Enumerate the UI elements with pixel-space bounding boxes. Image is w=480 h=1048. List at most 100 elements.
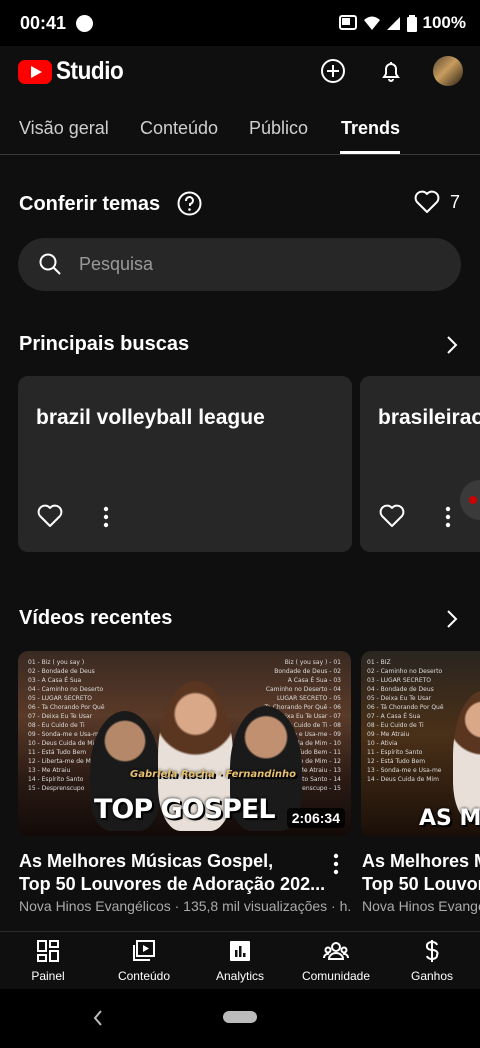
saved-count: 7 <box>450 191 461 212</box>
notification-dot-icon <box>76 15 93 32</box>
track-item: 07 - Deixa Eu Te Usar <box>28 713 93 720</box>
track-item: 04 - Caminho no Deserto <box>28 686 104 693</box>
status-time: 00:41 <box>20 13 67 33</box>
home-pill[interactable] <box>223 1011 257 1023</box>
nav-label: Painel <box>31 969 65 983</box>
video-thumbnail[interactable]: 01 - Biz ( you say ) 02 - Bondade de Deus… <box>18 651 351 836</box>
track-item: 05 - Deixa Eu Te Usar <box>367 695 432 702</box>
track-item: A Casa É Sua - 03 <box>287 677 341 684</box>
bottom-navigation: Painel Conteúdo Analytics Comunidade Gan… <box>0 931 480 990</box>
track-item: 07 - A Casa É Sua <box>367 713 421 720</box>
video-duration: 2:06:34 <box>286 808 345 828</box>
earn-icon <box>425 940 439 962</box>
search-topic-card[interactable]: brazil volleyball league <box>18 376 352 552</box>
wifi-icon <box>363 16 380 30</box>
tracklist-left: 01 - BIZ 02 - Caminho no Deserto 03 - LUGA… <box>367 658 444 784</box>
video-title[interactable]: As Melhores M Top 50 Louvor <box>362 850 480 896</box>
nav-content[interactable]: Conteúdo <box>96 932 192 990</box>
video-title[interactable]: As Melhores Músicas Gospel, Top 50 Louvo… <box>19 850 329 896</box>
tabs-divider <box>0 154 480 155</box>
tab-audience[interactable]: Público <box>249 118 308 139</box>
track-item: 12 - Está Tudo Bem <box>367 758 426 765</box>
notifications-bell-icon[interactable] <box>378 58 404 84</box>
video-title-line: As Melhores M <box>362 851 480 871</box>
community-icon <box>323 942 349 960</box>
track-item: 03 - LUGAR SECRETO <box>367 677 432 684</box>
video-meta: Nova Hinos Evangé <box>362 898 480 914</box>
track-item: 08 - Eu Cuido de Ti <box>28 722 85 729</box>
search-input[interactable]: Pesquisa <box>18 238 461 291</box>
system-navigation-bar <box>0 989 480 1048</box>
nav-label: Comunidade <box>301 969 371 983</box>
more-vert-icon[interactable] <box>102 506 110 528</box>
thumb-artists: Gabriela Rocha · Fernandinho <box>130 769 296 780</box>
tab-overview[interactable]: Visão geral <box>19 118 109 139</box>
track-item: 02 - Bondade de Deus <box>28 668 95 675</box>
studio-logo[interactable]: Studio <box>18 57 131 86</box>
nav-community[interactable]: Comunidade <box>288 932 384 990</box>
video-thumbnail[interactable]: 01 - BIZ 02 - Caminho no Deserto 03 - LUGA… <box>361 651 480 836</box>
video-meta: Nova Hinos Evangélicos · 135,8 mil visua… <box>19 898 351 914</box>
more-vert-icon[interactable] <box>444 506 452 528</box>
nav-label: Conteúdo <box>117 969 171 983</box>
search-icon <box>39 253 61 275</box>
top-searches-title: Principais buscas <box>19 333 190 355</box>
content-icon <box>133 940 155 961</box>
chevron-right-icon[interactable] <box>446 609 458 629</box>
track-item: 03 - A Casa É Sua <box>28 677 82 684</box>
track-item: 09 - Sonda-me e Usa-me <box>28 731 103 738</box>
back-icon[interactable] <box>92 1009 104 1027</box>
battery-icon <box>406 14 417 32</box>
help-icon[interactable] <box>177 191 202 216</box>
track-item: 14 - Deus Cuida de Mim <box>367 776 439 783</box>
video-title-line: Top 50 Louvores de Adoração 202... <box>19 874 326 894</box>
track-item: 05 - LUGAR SECRETO <box>28 695 93 702</box>
search-topic-text: brazil volleyball league <box>36 406 265 429</box>
track-item: 08 - Eu Cuido de Ti <box>367 722 424 729</box>
thumb-headline: AS MA <box>419 806 480 831</box>
topics-title: Conferir temas <box>19 193 161 215</box>
cast-icon <box>338 15 357 30</box>
track-item: LUGAR SECRETO - 05 <box>276 695 341 702</box>
nav-dashboard[interactable]: Painel <box>0 932 96 990</box>
track-item: 06 - Tá Chorando Por Quê <box>367 704 444 711</box>
account-avatar[interactable] <box>433 56 463 86</box>
youtube-play-icon <box>18 59 52 84</box>
tab-trends[interactable]: Trends <box>341 118 400 139</box>
search-topic-text: brasileirao <box>378 406 480 429</box>
track-item: Biz ( you say ) - 01 <box>284 659 341 666</box>
track-item: 13 - Sonda-me e Usa-me <box>367 767 442 774</box>
track-item: 06 - Ta Chorando Por Quê <box>28 704 105 711</box>
nav-label: Ganhos <box>410 969 454 983</box>
status-indicators: 100% <box>338 13 466 33</box>
video-title-line: As Melhores Músicas Gospel, <box>19 851 274 871</box>
battery-level: 100% <box>422 13 466 32</box>
more-vert-icon[interactable] <box>332 853 340 875</box>
video-title-line: Top 50 Louvor <box>362 874 480 894</box>
recent-videos-title: Vídeos recentes <box>19 607 173 629</box>
track-item: 09 - Me Atraiu <box>367 731 410 738</box>
search-placeholder: Pesquisa <box>79 254 154 274</box>
chevron-right-icon[interactable] <box>446 335 458 355</box>
nav-earn[interactable]: Ganhos <box>384 932 480 990</box>
track-item: 01 - Biz ( you say ) <box>28 659 85 666</box>
heart-icon[interactable] <box>37 504 63 528</box>
heart-icon <box>414 190 440 213</box>
track-item: 02 - Caminho no Deserto <box>367 668 443 675</box>
track-item: 11 - Espírito Santo <box>367 749 423 756</box>
status-bar: 00:41 100% <box>0 0 480 46</box>
tab-content[interactable]: Conteúdo <box>140 118 218 139</box>
heart-icon[interactable] <box>379 504 405 528</box>
saved-topics-button[interactable]: 7 <box>414 190 460 214</box>
create-icon[interactable] <box>320 58 346 84</box>
signal-icon <box>386 17 400 30</box>
dashboard-icon <box>37 940 59 962</box>
nav-label: Analytics <box>215 969 265 983</box>
thumb-headline: TOP GOSPEL <box>94 794 276 825</box>
track-item: 10 - Ativia <box>367 740 398 747</box>
nav-analytics[interactable]: Analytics <box>192 932 288 990</box>
search-topic-card[interactable]: brasileirao <box>360 376 480 552</box>
floating-record-button[interactable] <box>460 480 480 520</box>
brand-name: Studio <box>56 57 124 85</box>
track-item: 01 - BIZ <box>367 659 391 666</box>
